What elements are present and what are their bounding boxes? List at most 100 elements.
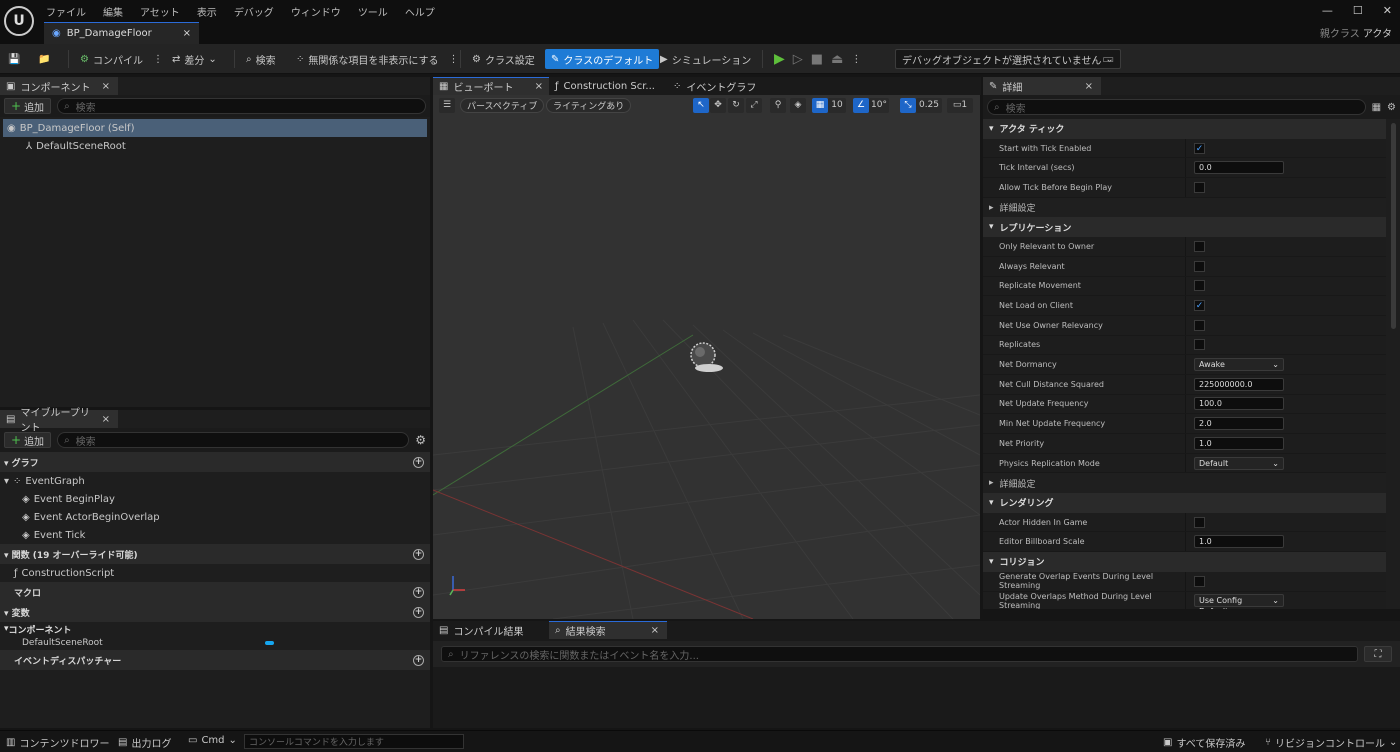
event-item[interactable]: ◈ Event Tick	[0, 526, 430, 544]
rotate-tool-icon[interactable]: ↻	[728, 98, 744, 113]
section-advanced[interactable]: ▸ 詳細設定	[983, 473, 1386, 494]
close-icon[interactable]: ×	[651, 625, 659, 636]
variable-item[interactable]: DefaultSceneRoot	[0, 636, 430, 650]
camera-speed-button[interactable]: ▭1	[947, 98, 973, 113]
event-item[interactable]: ◈ Event ActorBeginOverlap	[0, 508, 430, 526]
property-dropdown[interactable]: Use Config Default ⌄	[1194, 594, 1284, 609]
surface-snap-icon[interactable]: ◈	[790, 98, 806, 113]
event-graph-item[interactable]: ▾ ⁘ EventGraph	[0, 472, 430, 490]
step-icon[interactable]: ▷	[793, 52, 803, 67]
function-item[interactable]: ƒ ConstructionScript	[0, 564, 430, 582]
section-actor-tick[interactable]: ▾ アクタ ティック	[983, 119, 1386, 139]
close-icon[interactable]: ×	[102, 414, 110, 425]
coordinate-icon[interactable]: ⚲	[770, 98, 786, 113]
cmd-select[interactable]: ▭ Cmd ⌄	[188, 735, 237, 746]
property-checkbox[interactable]	[1194, 339, 1205, 351]
debug-object-select[interactable]: デバッグオブジェクトが選択されていません ⌄	[895, 49, 1121, 69]
gear-icon[interactable]: ⚙	[1387, 102, 1396, 113]
event-item[interactable]: ◈ Event BeginPlay	[0, 490, 430, 508]
section-replication[interactable]: ▾ レプリケーション	[983, 217, 1386, 238]
gear-icon[interactable]: ⚙	[415, 433, 426, 447]
output-log-button[interactable]: ▤ 出力ログ	[118, 735, 171, 750]
details-scrollbar[interactable]	[1391, 123, 1396, 329]
viewport[interactable]: ☰ パースペクティブ ライティングあり ↖ ✥ ↻ ⤢ ⚲ ◈ ▦ 10 ∠ 1…	[433, 95, 980, 619]
minimize-button[interactable]: —	[1322, 4, 1333, 17]
class-settings-button[interactable]: ⚙ クラス設定	[472, 49, 535, 69]
lighting-button[interactable]: ライティングあり	[546, 98, 632, 113]
details-search-input[interactable]: ⌕ 検索	[987, 99, 1366, 115]
debug-browse-icon[interactable]: ▭	[1102, 49, 1114, 69]
actor-sphere-icon[interactable]	[690, 342, 723, 372]
property-checkbox[interactable]	[1194, 240, 1205, 252]
scale-snap-value[interactable]: 0.25	[916, 98, 942, 113]
add-circle-icon[interactable]: +	[413, 548, 424, 560]
components-category[interactable]: ▾ コンポーネント	[0, 622, 430, 636]
details-tab[interactable]: ✎ 詳細 ×	[983, 77, 1101, 95]
close-icon[interactable]: ×	[102, 81, 110, 92]
play-icon[interactable]: ▶	[774, 51, 785, 67]
property-input[interactable]: 0.0	[1194, 161, 1284, 175]
components-search-input[interactable]: ⌕ 検索	[57, 98, 426, 114]
maximize-button[interactable]: ☐	[1353, 4, 1363, 17]
property-checkbox[interactable]	[1194, 280, 1205, 292]
property-checkbox[interactable]	[1194, 181, 1205, 193]
tab-find-results[interactable]: ⌕ 結果検索 ×	[549, 621, 667, 639]
find-results-input[interactable]: ⌕ リファレンスの検索に関数またはイベント名を入力...	[441, 646, 1358, 662]
close-icon[interactable]: ×	[183, 28, 191, 39]
menu-item[interactable]: ウィンドウ	[291, 4, 350, 19]
document-tab[interactable]: ◉ BP_DamageFloor ×	[44, 22, 199, 44]
dispatchers-section[interactable]: イベントディスパッチャー +	[0, 650, 430, 670]
property-checkbox[interactable]	[1194, 516, 1205, 528]
scale-tool-icon[interactable]: ⤢	[746, 98, 762, 113]
simulation-button[interactable]: ▶ シミュレーション	[660, 49, 751, 69]
menu-item[interactable]: 編集	[103, 4, 132, 19]
property-dropdown[interactable]: Awake ⌄	[1194, 358, 1284, 372]
browse-icon[interactable]: 📁	[38, 49, 50, 69]
grid-snap-icon[interactable]: ▦	[812, 98, 828, 113]
property-checkbox[interactable]: ✓	[1194, 300, 1205, 312]
grid-snap-value[interactable]: 10	[828, 98, 846, 113]
property-checkbox[interactable]	[1194, 575, 1205, 587]
my-blueprint-search-input[interactable]: ⌕ 検索	[57, 432, 410, 448]
property-input[interactable]: 2.0	[1194, 417, 1284, 431]
menu-item[interactable]: 表示	[197, 4, 226, 19]
property-checkbox[interactable]	[1194, 319, 1205, 331]
property-input[interactable]: 1.0	[1194, 436, 1284, 450]
parent-class-value[interactable]: アクタ	[1363, 29, 1392, 40]
add-circle-icon[interactable]: +	[413, 606, 424, 618]
property-input[interactable]: 1.0	[1194, 535, 1284, 549]
functions-section[interactable]: ▾ 関数 (19 オーバーライド可能) +	[0, 544, 430, 564]
section-advanced[interactable]: ▸ 詳細設定	[983, 197, 1386, 218]
angle-snap-icon[interactable]: ∠	[853, 98, 869, 113]
search-button[interactable]: ⌕ 検索	[246, 49, 276, 69]
angle-snap-value[interactable]: 10°	[869, 98, 889, 113]
menu-item[interactable]: アセット	[140, 4, 189, 19]
revision-control-button[interactable]: ⑂ リビジョンコントロール ⌄	[1265, 735, 1397, 750]
scale-snap-icon[interactable]: ⤡	[900, 98, 916, 113]
hide-unrelated-button[interactable]: ⁘ 無関係な項目を非表示にする ⋮	[296, 49, 459, 69]
add-circle-icon[interactable]: +	[413, 456, 424, 468]
menu-item[interactable]: ツール	[358, 4, 397, 19]
save-icon[interactable]: 💾	[8, 49, 20, 69]
more-options-icon[interactable]: ⋮	[851, 54, 861, 65]
add-circle-icon[interactable]: +	[413, 586, 424, 598]
close-icon[interactable]: ×	[535, 81, 543, 92]
component-item-self[interactable]: ◉ BP_DamageFloor (Self)	[3, 119, 427, 137]
close-window-button[interactable]: ✕	[1383, 4, 1392, 17]
content-drawer-button[interactable]: ▥ コンテンツドロワー	[6, 735, 109, 750]
menu-item[interactable]: デバッグ	[234, 4, 283, 19]
compile-button[interactable]: ⚙ コンパイル ⋮	[80, 49, 163, 69]
close-icon[interactable]: ×	[1085, 81, 1093, 92]
save-all-button[interactable]: ▣ すべて保存済み	[1163, 735, 1245, 750]
select-tool-icon[interactable]: ↖	[693, 98, 709, 113]
move-tool-icon[interactable]: ✥	[710, 98, 726, 113]
tab-construction-script[interactable]: ƒ Construction Scr...	[549, 77, 667, 95]
tab-event-graph[interactable]: ⁘ イベントグラフ	[667, 77, 777, 95]
graphs-section[interactable]: ▾ グラフ +	[0, 452, 430, 472]
property-checkbox[interactable]: ✓	[1194, 142, 1205, 154]
component-item-root[interactable]: ⅄ DefaultSceneRoot	[0, 137, 430, 155]
binoculars-button[interactable]: ⛶	[1364, 646, 1392, 662]
table-view-icon[interactable]: ▦	[1372, 102, 1381, 113]
property-input[interactable]: 225000000.0	[1194, 377, 1284, 391]
section-collision[interactable]: ▾ コリジョン	[983, 552, 1386, 572]
